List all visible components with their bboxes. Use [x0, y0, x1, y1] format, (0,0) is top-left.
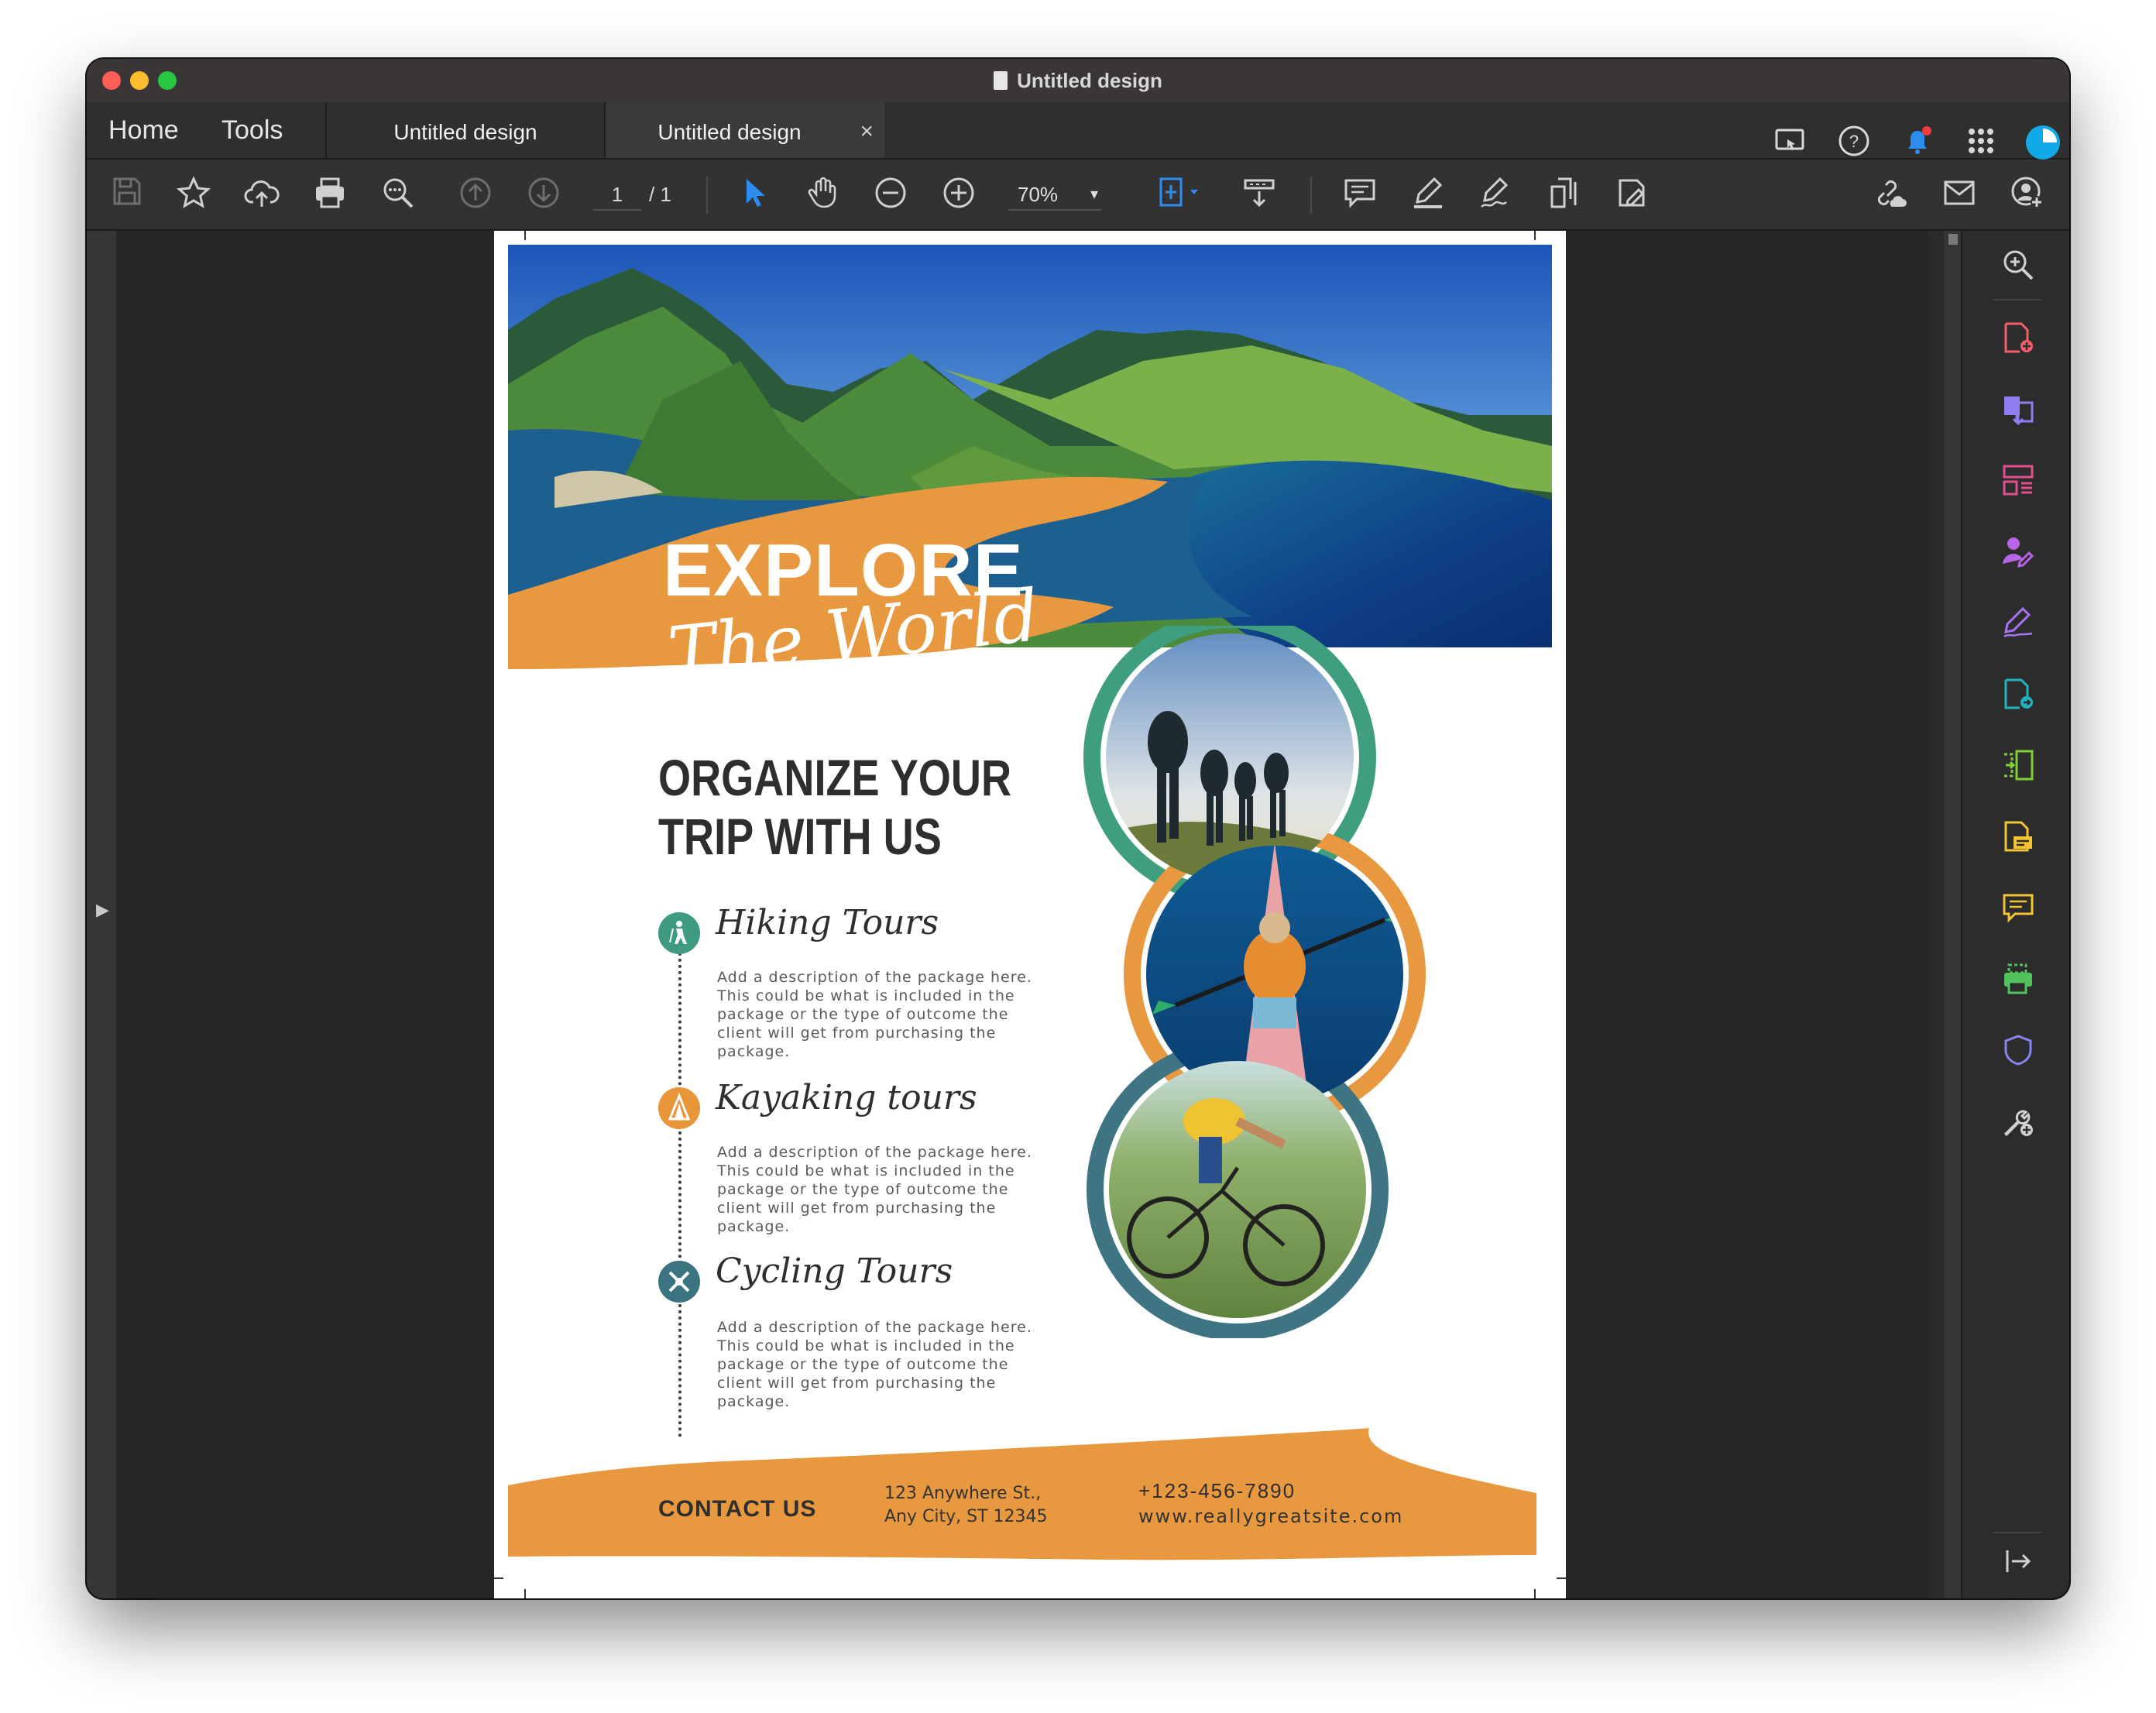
tools-tab[interactable]: Tools [221, 102, 283, 158]
sign-pen-icon[interactable] [1478, 176, 1515, 213]
combine-files-icon[interactable] [2001, 392, 2035, 426]
find-search-icon[interactable] [379, 176, 417, 213]
phone-number: +123-456-7890 [1138, 1479, 1296, 1502]
pdf-page: EXPLORE The World ORGANIZE YOUR TRIP WIT… [494, 231, 1566, 1598]
edit-pdf-icon[interactable] [1614, 176, 1651, 213]
zoom-in-icon[interactable] [940, 176, 977, 213]
request-signatures-icon[interactable] [2001, 534, 2035, 568]
document-tab-label: Untitled design [657, 120, 802, 144]
kayaking-tours-title: Kayaking tours [716, 1078, 977, 1117]
scroll-mode-icon[interactable] [1241, 176, 1278, 213]
document-tab-2[interactable]: Untitled design × [604, 102, 884, 158]
collapse-rail-icon[interactable] [2001, 1546, 2035, 1580]
comment-icon[interactable] [1341, 176, 1378, 213]
scan-ocr-icon[interactable] [2001, 819, 2035, 853]
compress-pdf-icon[interactable] [2001, 748, 2035, 782]
hiking-tours-description: Add a description of the package here. T… [717, 969, 1032, 1060]
previous-page-icon[interactable] [457, 176, 494, 213]
toolbar-divider [1310, 177, 1312, 214]
home-tab[interactable]: Home [108, 102, 179, 158]
print-icon[interactable] [311, 176, 348, 213]
zoom-out-icon[interactable] [872, 176, 909, 213]
create-pdf-icon[interactable] [2001, 321, 2035, 355]
save-icon[interactable] [108, 176, 146, 213]
zoom-level-select[interactable]: 70% ▾ [1008, 178, 1101, 211]
scrollbar-thumb[interactable] [1948, 234, 1958, 245]
document-icon [994, 71, 1008, 90]
organize-trip-heading: ORGANIZE YOUR TRIP WITH US [658, 748, 1011, 866]
link-cloud-icon[interactable] [1873, 176, 1910, 213]
kayaking-icon [658, 1087, 700, 1129]
zoom-search-icon[interactable] [2001, 248, 2035, 282]
right-tools-rail [1961, 231, 2069, 1598]
hand-tool-icon[interactable] [804, 176, 841, 213]
apps-grid-icon[interactable] [1962, 124, 2000, 161]
more-tools-icon[interactable] [2001, 1104, 2035, 1138]
activity-photo-circles [1083, 626, 1426, 1338]
kayaking-tours-description: Add a description of the package here. T… [717, 1144, 1032, 1235]
address-line-2: Any City, ST 12345 [884, 1507, 1048, 1526]
left-panel-expand-icon[interactable]: ▶ [96, 900, 109, 920]
window-title: Untitled design [87, 59, 2069, 102]
svg-text:?: ? [1849, 132, 1859, 151]
protect-shield-icon[interactable] [2001, 1033, 2035, 1067]
main-toolbar: 1 / 1 70% ▾ [87, 160, 2069, 231]
window-title-text: Untitled design [1017, 69, 1162, 92]
app-window: Untitled design Home Tools Untitled desi… [87, 59, 2069, 1598]
export-pdf-icon[interactable] [2001, 677, 2035, 711]
rail-divider [1993, 1532, 2041, 1533]
cycling-icon [658, 1261, 700, 1303]
notifications-bell-icon[interactable] [1899, 124, 1936, 161]
organize-pages-icon[interactable] [2001, 463, 2035, 497]
cycling-tours-title: Cycling Tours [716, 1251, 953, 1291]
cycling-tours-description: Add a description of the package here. T… [717, 1319, 1032, 1410]
document-tab-label: Untitled design [393, 120, 537, 144]
user-avatar[interactable] [2024, 124, 2062, 161]
address-line-1: 123 Anywhere St., [884, 1484, 1042, 1503]
upload-cloud-icon[interactable] [243, 176, 280, 213]
vertical-scrollbar[interactable] [1944, 231, 1961, 1598]
share-screen-icon[interactable] [1772, 124, 1809, 161]
hiking-icon [658, 912, 700, 954]
hiking-tours-title: Hiking Tours [716, 903, 939, 942]
toolbar-divider [706, 177, 708, 214]
rail-divider [1993, 299, 2041, 300]
organize-pages-icon[interactable] [1546, 176, 1583, 213]
headline-line-1: ORGANIZE YOUR [658, 749, 1012, 806]
close-tab-icon[interactable]: × [860, 102, 874, 161]
headline-line-2: TRIP WITH US [658, 808, 942, 865]
zoom-level-value: 70% [1018, 183, 1059, 206]
highlight-pen-icon[interactable] [1409, 176, 1447, 213]
chevron-down-icon: ▾ [1090, 186, 1098, 203]
title-bar: Untitled design [87, 59, 2069, 102]
fill-sign-icon[interactable] [2001, 606, 2035, 640]
page-number-input[interactable]: 1 [593, 180, 641, 211]
document-tab-1[interactable]: Untitled design [325, 102, 604, 158]
website-url: www.reallygreatsite.com [1138, 1505, 1404, 1527]
print-production-icon[interactable] [2001, 962, 2035, 996]
next-page-icon[interactable] [525, 176, 562, 213]
bookmark-star-icon[interactable] [175, 176, 212, 213]
comment-tool-icon[interactable] [2001, 891, 2035, 925]
select-cursor-icon[interactable] [736, 176, 773, 213]
add-user-icon[interactable] [2009, 176, 2046, 213]
contact-us-label: CONTACT US [658, 1496, 817, 1522]
page-total-label: / 1 [649, 183, 671, 206]
fit-page-icon[interactable] [1154, 176, 1210, 213]
address-block: 123 Anywhere St., Any City, ST 12345 [884, 1482, 1048, 1529]
timeline-dotted-line [678, 946, 681, 1437]
email-icon[interactable] [1941, 176, 1978, 213]
help-icon[interactable]: ? [1835, 124, 1873, 161]
